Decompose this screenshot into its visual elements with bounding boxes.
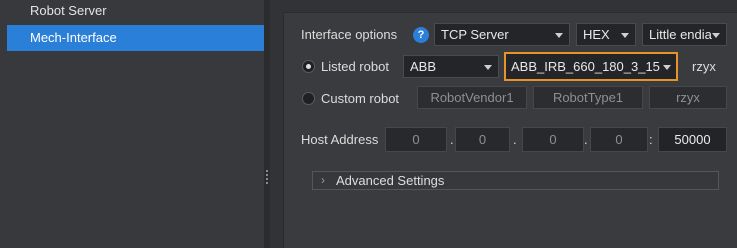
- splitter-grip-dot: [266, 182, 268, 184]
- ip-separator: .: [450, 132, 454, 147]
- host-address-label: Host Address: [301, 132, 379, 147]
- chevron-down-icon: [663, 65, 671, 70]
- splitter-grip-dot: [266, 170, 268, 172]
- sidebar: Robot Server Mech-Interface: [0, 0, 268, 248]
- chevron-down-icon: [621, 33, 629, 38]
- help-icon[interactable]: ?: [413, 27, 429, 43]
- sidebar-item-mech-interface[interactable]: Mech-Interface: [7, 25, 264, 51]
- encoding-select-value: HEX: [583, 27, 610, 42]
- byte-order-select-value: Little endia: [649, 27, 712, 42]
- protocol-select[interactable]: TCP Server: [434, 23, 570, 46]
- ip-octet-3-field[interactable]: 0: [522, 127, 584, 152]
- chevron-down-icon: [484, 65, 492, 70]
- ip-separator: .: [584, 132, 588, 147]
- robot-vendor-select[interactable]: ABB: [403, 55, 499, 78]
- robot-model-select-value: ABB_IRB_660_180_3_15: [511, 59, 660, 74]
- splitter-grip-dot: [266, 178, 268, 180]
- port-field[interactable]: 50000: [658, 127, 727, 152]
- interface-options-label: Interface options: [301, 27, 398, 42]
- custom-robot-type-field[interactable]: RobotType1: [533, 86, 643, 109]
- chevron-down-icon: [555, 33, 563, 38]
- advanced-settings-label: Advanced Settings: [336, 173, 445, 188]
- custom-robot-euler-field[interactable]: rzyx: [649, 86, 727, 109]
- ip-octet-4-field[interactable]: 0: [590, 127, 648, 152]
- protocol-select-value: TCP Server: [441, 27, 509, 42]
- robot-model-select[interactable]: ABB_IRB_660_180_3_15: [504, 52, 678, 81]
- chevron-down-icon: [712, 33, 720, 38]
- ip-octet-1-field[interactable]: 0: [385, 127, 447, 152]
- encoding-select[interactable]: HEX: [576, 23, 636, 46]
- chevron-right-icon: ›: [321, 173, 325, 187]
- custom-robot-vendor-field[interactable]: RobotVendor1: [417, 86, 527, 109]
- byte-order-select[interactable]: Little endia: [642, 23, 727, 46]
- port-separator: :: [649, 132, 653, 147]
- ip-octet-2-field[interactable]: 0: [455, 127, 510, 152]
- euler-convention-label: rzyx: [692, 59, 716, 74]
- custom-robot-label[interactable]: Custom robot: [321, 91, 399, 107]
- ip-separator: .: [513, 132, 517, 147]
- custom-robot-radio[interactable]: [302, 92, 315, 105]
- advanced-settings-toggle[interactable]: › Advanced Settings: [312, 171, 719, 190]
- listed-robot-label[interactable]: Listed robot: [321, 59, 389, 75]
- sidebar-item-robot-server[interactable]: Robot Server: [7, 0, 264, 24]
- listed-robot-radio[interactable]: [302, 60, 315, 73]
- robot-vendor-select-value: ABB: [410, 59, 437, 74]
- splitter-grip-dot: [266, 174, 268, 176]
